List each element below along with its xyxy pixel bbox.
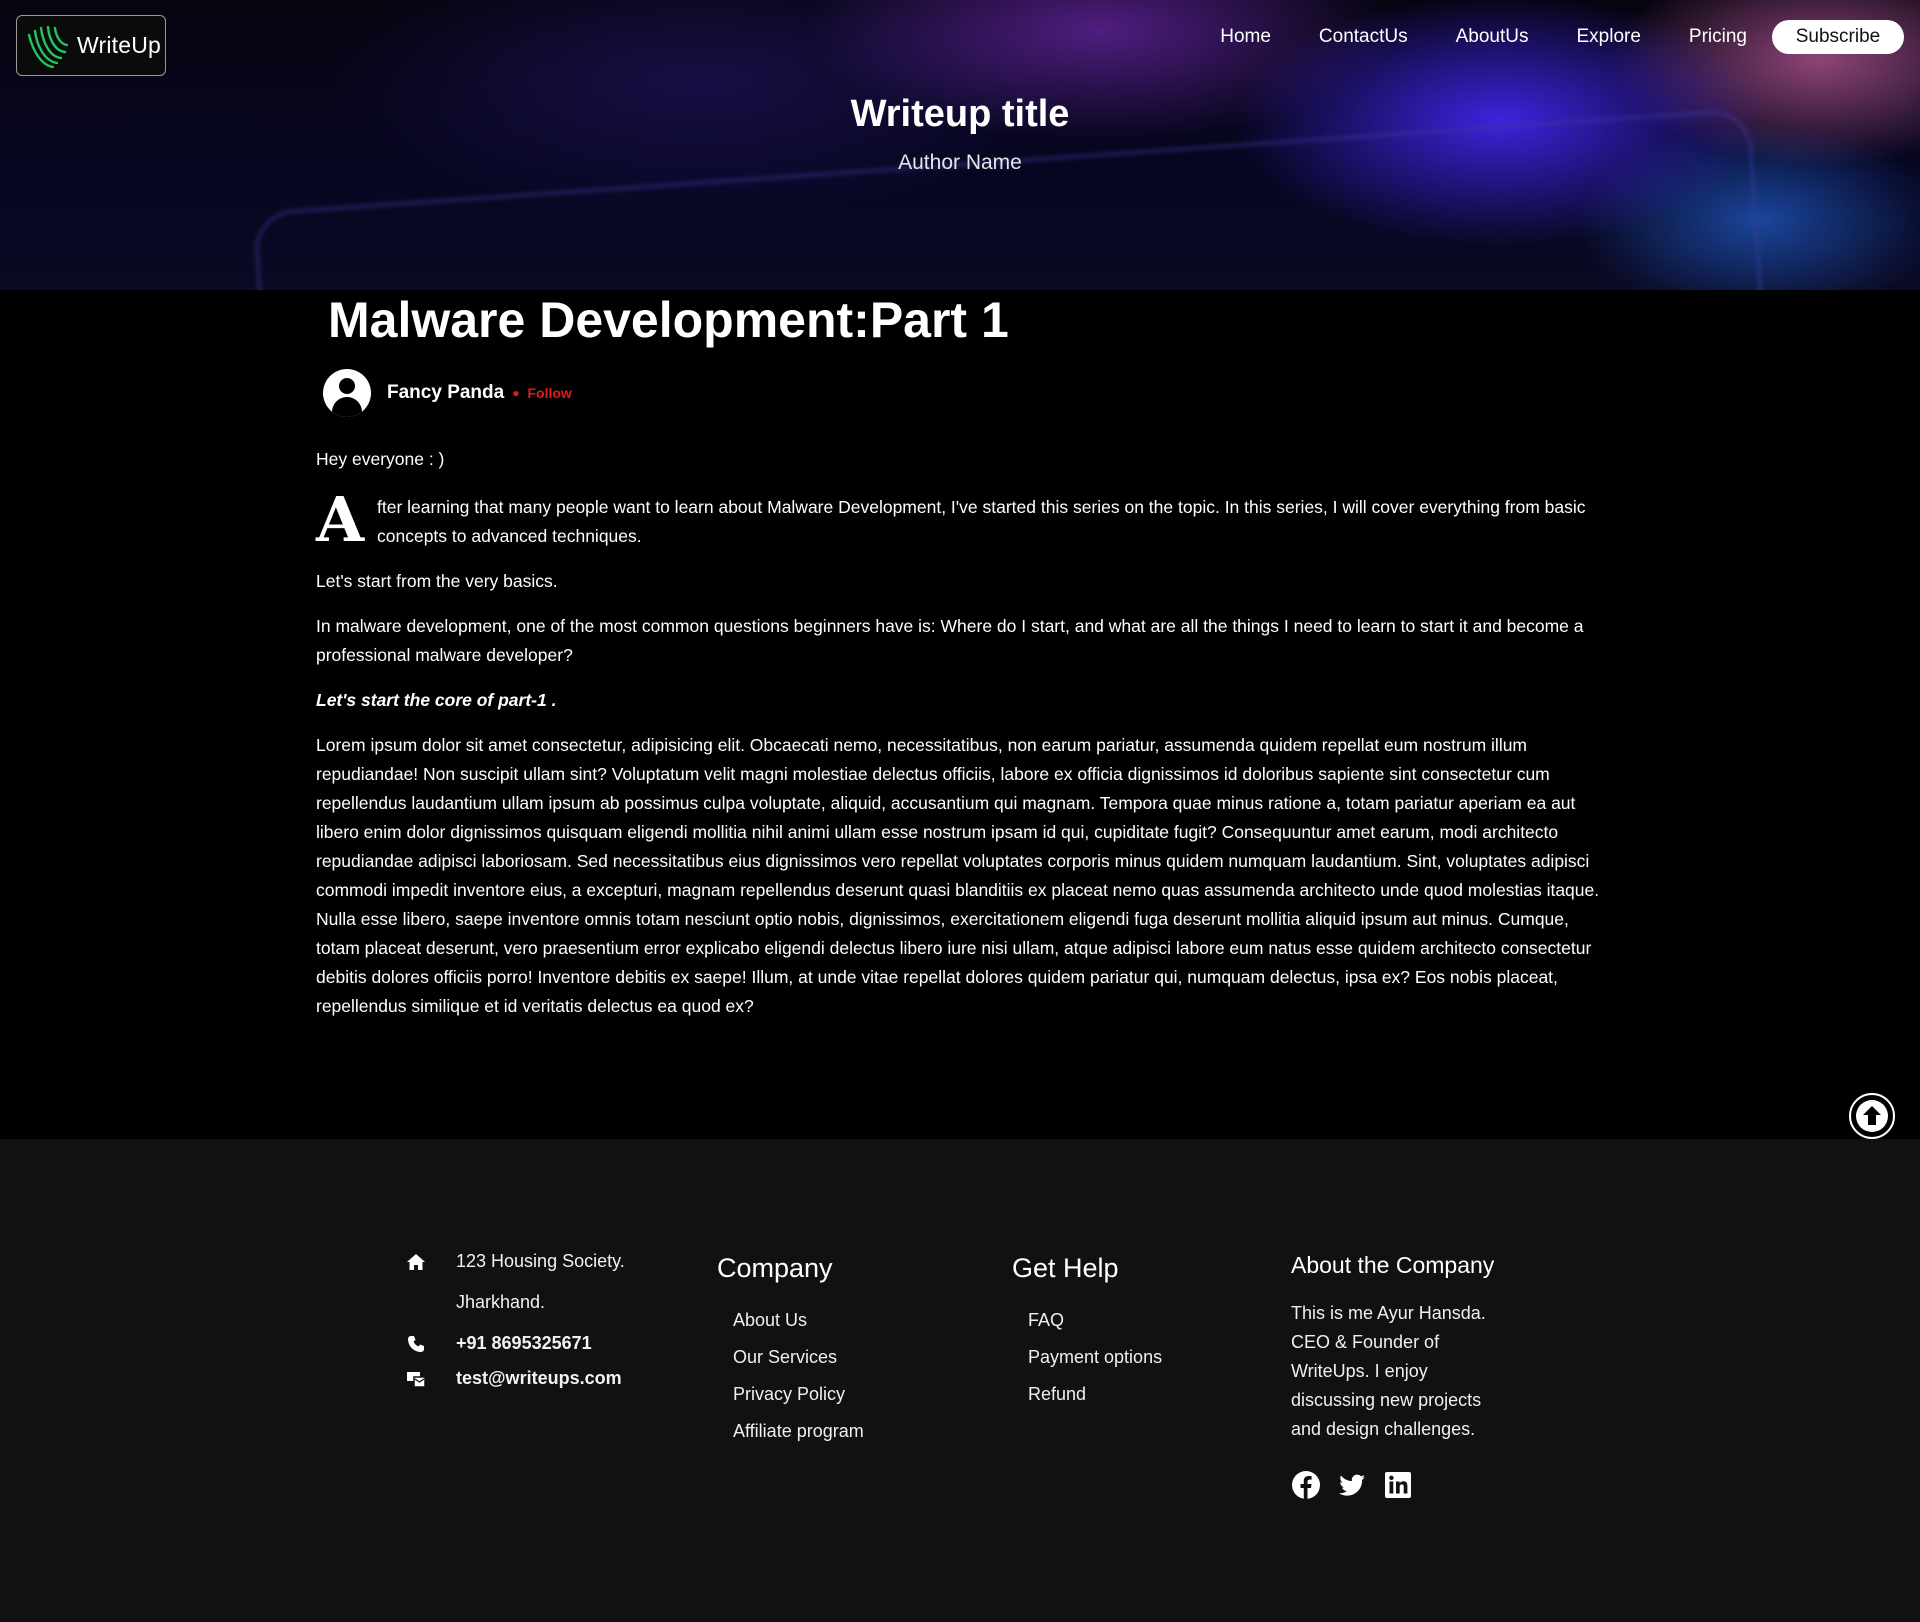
- basics-paragraph: Let's start from the very basics.: [316, 571, 558, 591]
- intro-text: fter learning that many people want to l…: [377, 497, 1586, 546]
- help-column: Get Help FAQ Payment options Refund: [1012, 1253, 1162, 1413]
- nav-home[interactable]: Home: [1220, 23, 1271, 51]
- lorem-paragraph: Lorem ipsum dolor sit amet consectetur, …: [316, 735, 1600, 1016]
- main-nav: Home ContactUs AboutUs Explore Pricing S…: [1220, 20, 1904, 54]
- link-affiliate-program[interactable]: Affiliate program: [733, 1413, 864, 1450]
- link-payment-options[interactable]: Payment options: [1028, 1339, 1162, 1376]
- about-heading: About the Company: [1291, 1252, 1495, 1278]
- follow-link[interactable]: Follow: [527, 385, 571, 401]
- address-line-1: 123 Housing Society.: [404, 1251, 644, 1272]
- company-heading: Company: [717, 1253, 833, 1283]
- greeting-paragraph: Hey everyone : ): [316, 449, 445, 469]
- social-links: [1291, 1470, 1531, 1500]
- nav-pricing[interactable]: Pricing: [1689, 23, 1747, 51]
- hero-banner: WriteUp Home ContactUs AboutUs Explore P…: [0, 0, 1920, 290]
- company-links: About Us Our Services Privacy Policy Aff…: [717, 1302, 864, 1450]
- author-name[interactable]: Fancy Panda: [387, 382, 504, 404]
- email-row: test@writeups.com: [404, 1368, 644, 1389]
- phone-row: +91 8695325671: [404, 1333, 644, 1354]
- phone-icon: [390, 1335, 442, 1353]
- link-our-services[interactable]: Our Services: [733, 1339, 864, 1376]
- intro-paragraph: A fter learning that many people want to…: [316, 483, 1606, 556]
- separator-dot: ●: [512, 386, 520, 400]
- logo-text: WriteUp: [77, 32, 162, 58]
- contact-info: 123 Housing Society. Jharkhand. +91 8695…: [404, 1251, 644, 1389]
- twitter-icon[interactable]: [1337, 1470, 1367, 1500]
- home-icon: [390, 1253, 442, 1271]
- article-title: Malware Development:Part 1: [328, 292, 1009, 348]
- footer: 123 Housing Society. Jharkhand. +91 8695…: [0, 1139, 1920, 1622]
- subscribe-button[interactable]: Subscribe: [1772, 20, 1904, 54]
- link-faq[interactable]: FAQ: [1028, 1302, 1162, 1339]
- about-column: About the Company This is me Ayur Hansda…: [1291, 1252, 1531, 1500]
- link-refund[interactable]: Refund: [1028, 1376, 1162, 1413]
- mail-icon: [390, 1370, 442, 1388]
- company-column: Company About Us Our Services Privacy Po…: [717, 1253, 864, 1450]
- drop-cap: A: [316, 483, 365, 556]
- logo[interactable]: WriteUp: [16, 15, 166, 76]
- emphasis-paragraph: Let's start the core of part-1 .: [316, 690, 557, 710]
- nav-contactus[interactable]: ContactUs: [1319, 23, 1408, 51]
- help-links: FAQ Payment options Refund: [1012, 1302, 1162, 1413]
- address-line-2: Jharkhand.: [456, 1292, 546, 1312]
- about-text: This is me Ayur Hansda. CEO & Founder of…: [1291, 1303, 1486, 1439]
- writeup-logo-icon: [27, 25, 69, 68]
- hero-title: Writeup title: [850, 93, 1070, 135]
- help-heading: Get Help: [1012, 1253, 1119, 1283]
- user-avatar-icon[interactable]: [323, 369, 371, 417]
- facebook-icon[interactable]: [1291, 1470, 1321, 1500]
- arrow-up-icon: [1856, 1100, 1888, 1132]
- link-about-us[interactable]: About Us: [733, 1302, 864, 1339]
- nav-aboutus[interactable]: AboutUs: [1456, 23, 1529, 51]
- nav-explore[interactable]: Explore: [1577, 23, 1641, 51]
- link-privacy-policy[interactable]: Privacy Policy: [733, 1376, 864, 1413]
- hero-author: Author Name: [898, 151, 1022, 174]
- scroll-to-top-button[interactable]: [1849, 1093, 1895, 1139]
- question-paragraph: In malware development, one of the most …: [316, 616, 1584, 665]
- linkedin-icon[interactable]: [1383, 1470, 1413, 1500]
- article-body: Hey everyone : ) A fter learning that ma…: [316, 445, 1606, 1037]
- byline: Fancy Panda ● Follow: [323, 369, 572, 417]
